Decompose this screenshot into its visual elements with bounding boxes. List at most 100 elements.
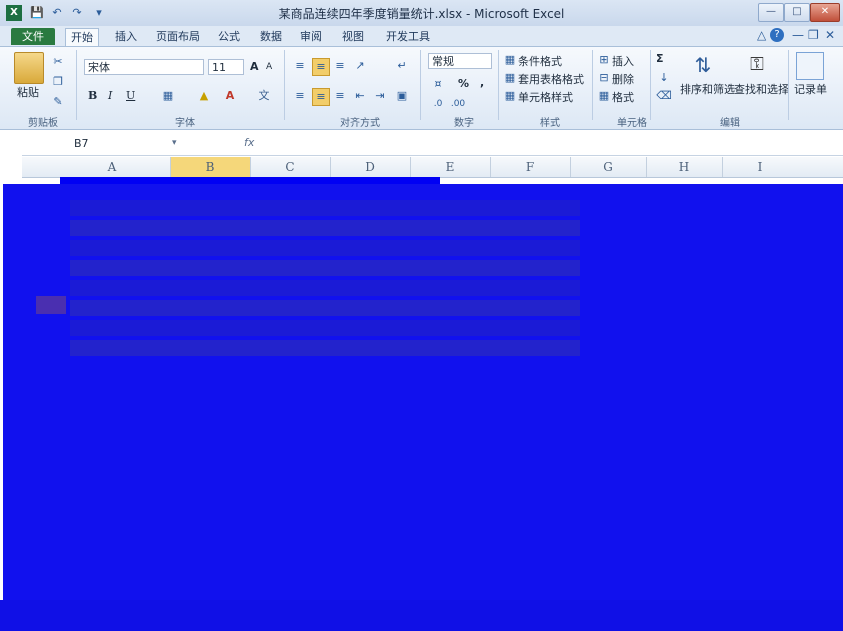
cut-icon[interactable]: ✂ — [50, 54, 66, 70]
column-header-c[interactable]: C — [250, 160, 330, 174]
column-divider[interactable] — [570, 157, 571, 177]
format-as-table-button[interactable]: 套用表格格式 — [518, 71, 584, 87]
workbook-restore-icon[interactable]: ❐ — [808, 28, 819, 42]
column-header-a[interactable]: A — [70, 160, 154, 174]
tab-review[interactable]: 审阅 — [296, 28, 326, 45]
font-size-field[interactable]: 11 — [208, 59, 244, 75]
delete-cells-button[interactable]: 删除 — [612, 71, 634, 87]
align-bottom-icon[interactable]: ≡ — [332, 58, 348, 74]
form-icon[interactable] — [796, 52, 824, 80]
column-divider[interactable] — [330, 157, 331, 177]
column-divider[interactable] — [250, 157, 251, 177]
merge-center-icon[interactable]: ▣ — [394, 88, 410, 104]
sort-filter-icon[interactable]: ⇅ — [690, 52, 716, 78]
currency-icon[interactable]: ¤ — [430, 76, 446, 92]
column-header-d[interactable]: D — [330, 160, 410, 174]
insert-function-button[interactable]: fx — [244, 136, 254, 149]
tab-developer[interactable]: 开发工具 — [384, 28, 432, 45]
format-cells-button[interactable]: 格式 — [612, 89, 634, 105]
copy-icon[interactable]: ❐ — [50, 74, 66, 90]
conditional-format-icon[interactable]: ▦ — [502, 52, 518, 68]
ribbon-divider — [498, 50, 499, 120]
table-row — [70, 240, 580, 256]
format-cells-icon[interactable]: ▦ — [596, 88, 612, 104]
border-icon[interactable]: ▦ — [160, 88, 176, 104]
underline-button[interactable]: U — [126, 89, 135, 102]
name-box[interactable]: B7 — [74, 137, 154, 151]
tab-formulas[interactable]: 公式 — [214, 28, 244, 45]
group-label-number: 数字 — [454, 118, 474, 129]
paste-icon[interactable] — [14, 52, 44, 84]
phonetic-icon[interactable]: 文 — [256, 88, 272, 104]
ribbon-minimize-icon[interactable]: △ — [757, 28, 766, 42]
column-divider[interactable] — [722, 157, 723, 177]
workbook-close-icon[interactable]: ✕ — [825, 28, 835, 42]
cell-styles-button[interactable]: 单元格样式 — [518, 89, 573, 105]
clear-icon[interactable]: ⌫ — [656, 88, 672, 104]
cell-styles-icon[interactable]: ▦ — [502, 88, 518, 104]
column-divider[interactable] — [170, 157, 171, 177]
delete-cells-icon[interactable]: ⊟ — [596, 70, 612, 86]
increase-decimal-icon[interactable]: .0 — [430, 96, 446, 112]
comma-button[interactable]: , — [480, 76, 484, 89]
align-top-icon[interactable]: ≡ — [292, 58, 308, 74]
font-name-field[interactable]: 宋体 — [84, 59, 204, 75]
column-divider[interactable] — [490, 157, 491, 177]
table-row — [70, 300, 580, 316]
column-divider[interactable] — [410, 157, 411, 177]
column-header-g[interactable]: G — [570, 160, 646, 174]
column-header-e[interactable]: E — [410, 160, 490, 174]
tab-home[interactable]: 开始 — [65, 28, 99, 46]
orientation-icon[interactable]: ↗ — [352, 58, 368, 74]
sort-filter-button[interactable]: 排序和筛选 — [680, 81, 735, 97]
maximize-button[interactable]: □ — [784, 3, 810, 22]
conditional-format-button[interactable]: 条件格式 — [518, 53, 562, 69]
format-table-icon[interactable]: ▦ — [502, 70, 518, 86]
tab-view[interactable]: 视图 — [338, 28, 368, 45]
autosum-button[interactable]: Σ — [656, 52, 664, 65]
find-select-button[interactable]: 查找和选择 — [734, 81, 789, 97]
form-button[interactable]: 记录单 — [794, 81, 827, 97]
column-header-b[interactable]: B — [170, 160, 250, 174]
format-painter-icon[interactable]: ✎ — [50, 94, 66, 110]
grow-font-button[interactable]: A — [250, 60, 259, 73]
align-center-icon[interactable]: ≡ — [312, 88, 330, 106]
tab-insert[interactable]: 插入 — [110, 28, 142, 45]
ribbon-divider — [788, 50, 789, 120]
number-format-select[interactable]: 常规 — [428, 53, 492, 69]
tab-data[interactable]: 数据 — [256, 28, 286, 45]
name-box-dropdown-icon[interactable]: ▾ — [172, 138, 177, 148]
table-row — [70, 320, 580, 336]
insert-cells-button[interactable]: 插入 — [612, 53, 634, 69]
decrease-decimal-icon[interactable]: .00 — [450, 96, 466, 112]
percent-button[interactable]: % — [458, 77, 469, 90]
column-header-f[interactable]: F — [490, 160, 570, 174]
column-header-h[interactable]: H — [646, 160, 722, 174]
wrap-text-icon[interactable]: ↵ — [394, 58, 410, 74]
selected-row-marker — [36, 296, 66, 314]
font-color-icon[interactable]: A — [222, 88, 238, 104]
decrease-indent-icon[interactable]: ⇤ — [352, 88, 368, 104]
align-middle-icon[interactable]: ≡ — [312, 58, 330, 76]
align-left-icon[interactable]: ≡ — [292, 88, 308, 104]
shrink-font-button[interactable]: A — [266, 62, 272, 72]
fill-icon[interactable]: ↓ — [656, 70, 672, 86]
align-right-icon[interactable]: ≡ — [332, 88, 348, 104]
workbook-minimize-icon[interactable]: — — [792, 28, 804, 42]
fill-color-icon[interactable]: ▲ — [196, 88, 212, 104]
column-divider[interactable] — [646, 157, 647, 177]
help-icon[interactable]: ? — [770, 28, 784, 42]
group-label-cells: 单元格 — [617, 118, 647, 129]
formula-input[interactable] — [264, 137, 824, 151]
close-button[interactable]: ✕ — [810, 3, 840, 22]
minimize-button[interactable]: — — [758, 3, 784, 22]
paste-button-label[interactable]: 粘贴 — [17, 84, 39, 100]
find-select-icon[interactable]: ⚿ — [744, 52, 770, 78]
increase-indent-icon[interactable]: ⇥ — [372, 88, 388, 104]
tab-file[interactable]: 文件 — [11, 28, 55, 45]
tab-page-layout[interactable]: 页面布局 — [154, 28, 202, 45]
italic-button[interactable]: I — [108, 89, 112, 102]
column-header-i[interactable]: I — [722, 160, 798, 174]
bold-button[interactable]: B — [88, 89, 97, 102]
insert-cells-icon[interactable]: ⊞ — [596, 52, 612, 68]
